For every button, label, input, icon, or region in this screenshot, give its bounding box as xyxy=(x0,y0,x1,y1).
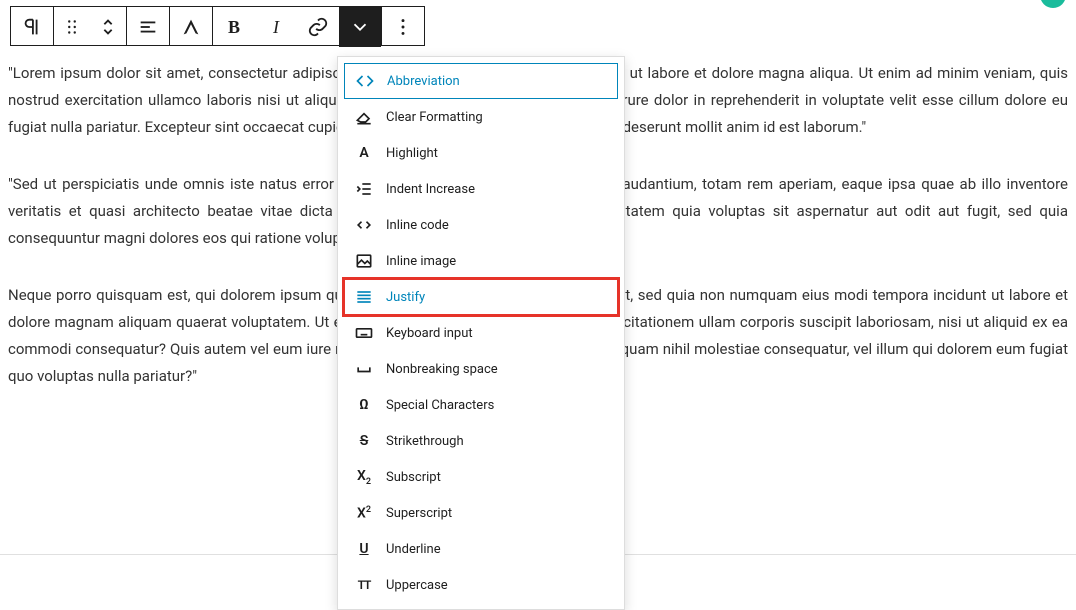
dropdown-item-keyboard-input[interactable]: Keyboard input xyxy=(344,315,618,351)
italic-button[interactable]: I xyxy=(255,7,297,47)
dropdown-item-nonbreaking-space[interactable]: Nonbreaking space xyxy=(344,351,618,387)
uppercase-icon: TT xyxy=(352,578,376,592)
block-toolbar: B I xyxy=(10,6,425,46)
dropdown-item-label: Nonbreaking space xyxy=(386,362,498,377)
dropdown-item-label: Abbreviation xyxy=(387,74,460,89)
drag-handle-icon[interactable] xyxy=(54,7,90,47)
dropdown-item-label: Clear Formatting xyxy=(386,110,483,125)
dropdown-item-label: Superscript xyxy=(386,506,452,521)
dropdown-item-inline-image[interactable]: Inline image xyxy=(344,243,618,279)
omega-icon: Ω xyxy=(352,397,376,413)
underline-icon: U xyxy=(352,541,376,557)
dropdown-item-subscript[interactable]: X2 Subscript xyxy=(344,459,618,495)
link-button[interactable] xyxy=(297,7,339,47)
superscript-icon: X2 xyxy=(352,505,376,522)
align-icon[interactable] xyxy=(127,7,169,47)
angle-brackets-icon xyxy=(353,71,377,91)
bold-button[interactable]: B xyxy=(213,7,255,47)
dropdown-item-label: Inline image xyxy=(386,254,456,269)
keyboard-icon xyxy=(352,323,376,343)
dropdown-item-highlight[interactable]: A Highlight xyxy=(344,135,618,171)
image-icon xyxy=(352,251,376,271)
dropdown-item-label: Highlight xyxy=(386,146,438,161)
dropdown-item-label: Special Characters xyxy=(386,398,494,413)
justify-icon xyxy=(352,287,376,307)
nbsp-icon xyxy=(352,359,376,379)
dropdown-item-inline-code[interactable]: Inline code xyxy=(344,207,618,243)
eraser-icon xyxy=(352,107,376,127)
dropdown-item-underline[interactable]: U Underline xyxy=(344,531,618,567)
more-rich-text-button[interactable] xyxy=(339,7,381,47)
more-options-button[interactable] xyxy=(382,7,424,47)
dropdown-item-superscript[interactable]: X2 Superscript xyxy=(344,495,618,531)
dropdown-item-label: Uppercase xyxy=(386,578,448,593)
text-color-icon[interactable] xyxy=(170,7,212,47)
dropdown-item-label: Subscript xyxy=(386,470,441,485)
dropdown-item-abbreviation[interactable]: Abbreviation xyxy=(344,63,618,99)
move-up-down-icon[interactable] xyxy=(90,7,126,47)
indent-icon xyxy=(352,179,376,199)
dropdown-item-label: Strikethrough xyxy=(386,434,464,449)
dropdown-item-label: Inline code xyxy=(386,218,449,233)
dropdown-item-label: Justify xyxy=(386,290,425,305)
dropdown-item-uppercase[interactable]: TT Uppercase xyxy=(344,567,618,603)
dropdown-item-label: Underline xyxy=(386,542,441,557)
dropdown-item-label: Indent Increase xyxy=(386,182,475,197)
angle-brackets-icon xyxy=(352,215,376,235)
dropdown-item-clear-formatting[interactable]: Clear Formatting xyxy=(344,99,618,135)
dropdown-item-justify[interactable]: Justify xyxy=(344,279,618,315)
dropdown-item-label: Keyboard input xyxy=(386,326,473,341)
subscript-icon: X2 xyxy=(352,468,376,487)
highlight-icon: A xyxy=(352,145,376,161)
paragraph-block-icon[interactable] xyxy=(11,7,53,47)
status-badge xyxy=(1040,0,1066,8)
dropdown-item-special-characters[interactable]: Ω Special Characters xyxy=(344,387,618,423)
strike-icon: S xyxy=(352,433,376,449)
dropdown-item-strikethrough[interactable]: S Strikethrough xyxy=(344,423,618,459)
dropdown-item-indent-increase[interactable]: Indent Increase xyxy=(344,171,618,207)
more-rich-text-dropdown: Abbreviation Clear Formatting A Highligh… xyxy=(337,56,625,610)
